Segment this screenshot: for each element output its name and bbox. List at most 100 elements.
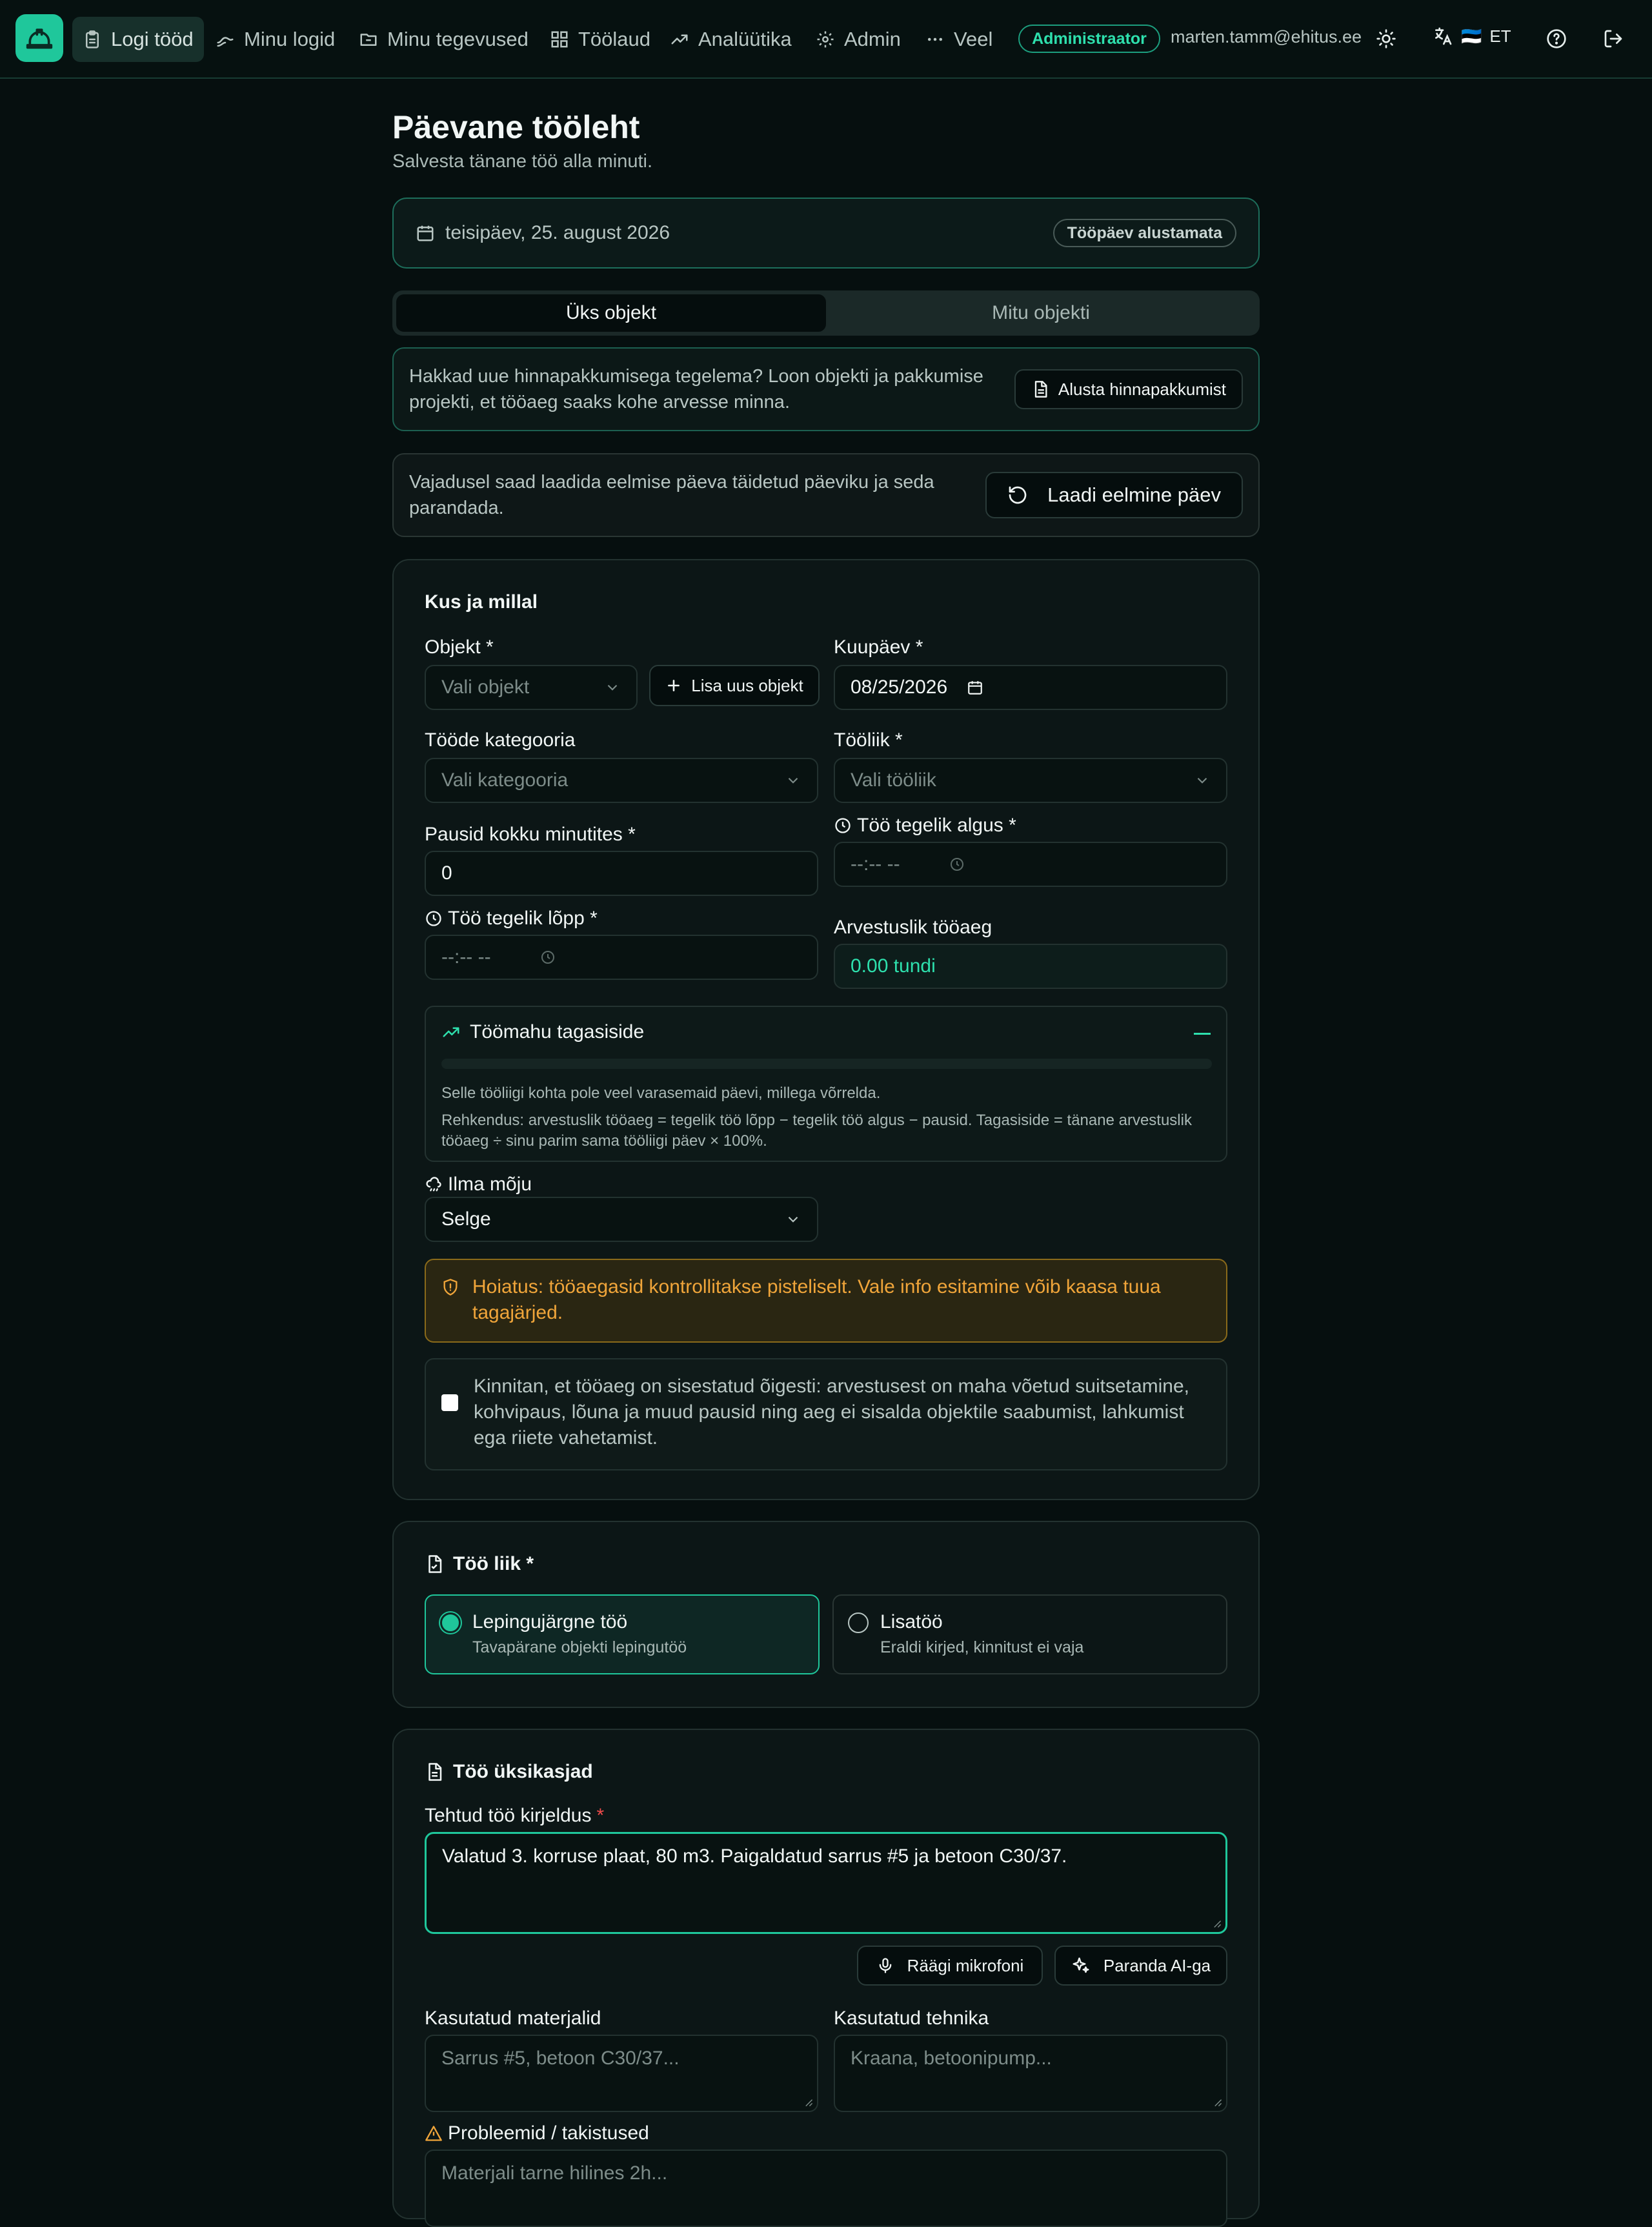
work-kind-section: Töö liik * Lepingujärgne töö Tavapärane … — [392, 1521, 1260, 1708]
resize-handle-icon[interactable] — [1213, 1919, 1222, 1928]
microphone-label: Räägi mikrofoni — [907, 1955, 1024, 1975]
materials-textarea[interactable]: Sarrus #5, betoon C30/37... — [425, 2035, 818, 2112]
workload-progress-bar — [441, 1059, 1212, 1069]
where-when-heading: Kus ja millal — [425, 591, 538, 613]
worktype-select[interactable]: Vali tööliik — [834, 758, 1227, 803]
problems-placeholder: Materjali tarne hilines 2h... — [441, 2162, 668, 2184]
hard-hat-icon — [26, 28, 53, 49]
rotate-ccw-icon — [1009, 486, 1027, 504]
workload-feedback-panel: Töömahu tagasiside Selle tööliigi kohta … — [425, 1006, 1227, 1162]
equipment-label: Kasutatud tehnika — [834, 2008, 989, 2029]
breaks-input[interactable]: 0 — [425, 851, 818, 896]
contract-option-title: Lepingujärgne töö — [472, 1611, 628, 1632]
end-time-input[interactable]: --:-- -- — [425, 935, 818, 980]
folder-icon — [360, 34, 377, 46]
tab-single-object[interactable]: Üks objekt — [396, 294, 826, 332]
warning-text: Hoiatus: tööaegasid kontrollitakse piste… — [472, 1276, 1161, 1323]
app-logo[interactable] — [15, 14, 63, 62]
date-input[interactable]: 08/25/2026 — [834, 665, 1227, 710]
workday-date: teisipäev, 25. august 2026 — [445, 222, 670, 243]
gear-icon — [817, 31, 834, 48]
chevron-down-icon — [607, 684, 618, 691]
breaks-label: Pausid kokku minutites * — [425, 824, 636, 845]
contract-radio[interactable] — [440, 1612, 461, 1633]
help-button[interactable] — [1544, 26, 1569, 52]
nav-my-activities[interactable]: Minu tegevused — [348, 17, 539, 62]
date-label: Kuupäev * — [834, 636, 923, 658]
theme-toggle-button[interactable] — [1373, 26, 1399, 52]
microphone-button[interactable]: Räägi mikrofoni — [857, 1946, 1043, 1986]
nav-label: Töölaud — [578, 28, 651, 50]
description-label: Tehtud töö kirjeldus * — [425, 1805, 604, 1827]
top-navigation: Logi tööd Minu logid Minu tegevused Tööl… — [0, 0, 1652, 79]
equipment-textarea[interactable]: Kraana, betoonipump... — [834, 2035, 1227, 2112]
calendar-icon — [417, 225, 434, 241]
extra-work-radio[interactable] — [848, 1612, 869, 1633]
load-previous-day-button[interactable]: Laadi eelmine päev — [985, 472, 1243, 518]
materials-label: Kasutatud materjalid — [425, 2008, 601, 2029]
description-value: Valatud 3. korruse plaat, 80 m3. Paigald… — [442, 1846, 1067, 1867]
start-quote-button[interactable]: Alusta hinnapakkumist — [1014, 369, 1243, 409]
confirm-text: Kinnitan, et tööaeg on sisestatud õigest… — [474, 1376, 1190, 1449]
nav-label: Admin — [844, 28, 901, 50]
weather-label: Ilma mõju — [425, 1174, 532, 1195]
nav-dashboard[interactable]: Töölaud — [539, 17, 661, 62]
logout-button[interactable] — [1600, 26, 1626, 52]
time-confirmation: Kinnitan, et tööaeg on sisestatud õigest… — [425, 1358, 1227, 1470]
worktype-placeholder: Vali tööliik — [851, 769, 936, 791]
calendar-icon[interactable] — [967, 679, 983, 696]
work-details-header: Töö üksikasjad — [425, 1761, 593, 1783]
nav-my-logs[interactable]: Minu logid — [205, 17, 345, 62]
nav-log-work[interactable]: Logi tööd — [72, 17, 204, 62]
weather-label-text: Ilma mõju — [448, 1174, 532, 1195]
shield-alert-icon — [443, 1279, 458, 1296]
alert-triangle-icon — [425, 2126, 442, 2141]
role-badge: Administraator — [1018, 25, 1160, 53]
nav-analytics[interactable]: Analüütika — [660, 17, 802, 62]
resize-handle-icon[interactable] — [804, 2098, 813, 2107]
work-kind-option-contract[interactable]: Lepingujärgne töö Tavapärane objekti lep… — [425, 1594, 820, 1674]
start-time-input[interactable]: --:-- -- — [834, 842, 1227, 887]
add-object-label: Lisa uus objekt — [691, 675, 803, 695]
end-time-value: --:-- -- — [441, 946, 491, 968]
billable-time-value: 0.00 tundi — [834, 944, 1227, 989]
page-title: Päevane tööleht — [392, 109, 640, 145]
confirm-checkbox[interactable] — [441, 1394, 458, 1411]
problems-label-text: Probleemid / takistused — [448, 2122, 649, 2144]
time-check-warning: Hoiatus: tööaegasid kontrollitakse piste… — [425, 1259, 1227, 1343]
file-check-icon — [428, 1555, 442, 1573]
object-select[interactable]: Vali objekt — [425, 665, 638, 710]
tab-multiple-objects[interactable]: Mitu objekti — [826, 294, 1256, 332]
equipment-placeholder: Kraana, betoonipump... — [851, 2048, 1052, 2069]
sun-icon — [1376, 29, 1396, 48]
nav-admin[interactable]: Admin — [805, 17, 911, 62]
plus-icon — [668, 680, 680, 691]
object-placeholder: Vali objekt — [441, 676, 530, 698]
problems-label: Probleemid / takistused — [425, 2122, 649, 2144]
clock-icon — [426, 911, 441, 926]
logout-icon — [1604, 30, 1622, 48]
add-object-button[interactable]: Lisa uus objekt — [649, 665, 820, 706]
description-textarea[interactable]: Valatud 3. korruse plaat, 80 m3. Paigald… — [425, 1832, 1227, 1934]
work-kind-header: Töö liik * — [425, 1553, 534, 1575]
user-email: marten.tamm@ehitus.ee — [1171, 27, 1362, 46]
ai-improve-label: Paranda AI-ga — [1103, 1955, 1211, 1975]
problems-textarea[interactable]: Materjali tarne hilines 2h... — [425, 2150, 1227, 2227]
clock-icon — [541, 951, 554, 964]
category-label: Tööde kategooria — [425, 729, 576, 751]
previous-day-card: Vajadusel saad laadida eelmise päeva täi… — [392, 453, 1260, 537]
collapse-icon[interactable] — [1194, 1033, 1211, 1035]
resize-handle-icon[interactable] — [1213, 2098, 1222, 2107]
ai-improve-button[interactable]: Paranda AI-ga — [1054, 1946, 1227, 1986]
dots-icon — [928, 37, 942, 41]
workday-status-badge: Tööpäev alustamata — [1053, 219, 1236, 247]
language-switcher[interactable]: 🇪🇪 ET — [1433, 26, 1511, 46]
start-time-label: Töö tegelik algus * — [834, 815, 1016, 837]
nav-label: Minu tegevused — [387, 28, 529, 50]
extra-option-subtitle: Eraldi kirjed, kinnitust ei vaja — [880, 1638, 1084, 1656]
nav-more[interactable]: Veel — [915, 17, 1003, 62]
category-select[interactable]: Vali kategooria — [425, 758, 818, 803]
weather-select[interactable]: Selge — [425, 1197, 818, 1242]
work-kind-option-extra[interactable]: Lisatöö Eraldi kirjed, kinnitust ei vaja — [832, 1594, 1227, 1674]
work-kind-heading: Töö liik * — [453, 1553, 534, 1574]
